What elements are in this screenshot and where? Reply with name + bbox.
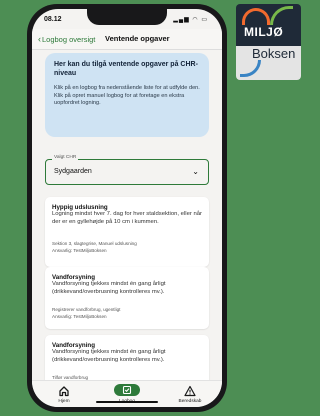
chevron-down-icon: ⌄ xyxy=(192,167,199,176)
task-meta-line: Ansvarlig: TestMiljoBoksen xyxy=(52,313,107,319)
task-meta: Sektion 3, slagtegrise, Manuel udslusnin… xyxy=(52,241,202,254)
chr-select-label: Valgt CHR xyxy=(52,155,79,160)
logo-text-boksen: Boksen xyxy=(252,46,296,61)
task-description: Vandforsyning tjekkes mindst én gang årl… xyxy=(52,281,166,295)
task-title: Vandforsyning xyxy=(52,274,95,281)
task-card[interactable]: Hyppig udslusning Logning mindst hver 7.… xyxy=(45,197,209,267)
battery-icon: ▭ xyxy=(201,17,208,23)
chevron-left-icon: ‹ xyxy=(38,34,41,44)
tab-beredskab[interactable]: Beredskab xyxy=(165,384,215,404)
task-title: Vandforsyning xyxy=(52,342,95,349)
tab-beredskab-label: Beredskab xyxy=(178,399,202,404)
status-time: 08.12 xyxy=(44,16,62,23)
page-title: Ventende opgaver xyxy=(105,34,170,43)
warning-icon xyxy=(165,384,215,398)
wifi-icon: ◠ xyxy=(192,17,199,23)
back-button[interactable]: ‹Logbog oversigt xyxy=(38,34,95,44)
tab-home-label: Hjem xyxy=(58,399,70,404)
task-description: Vandforsyning tjekkes mindst én gang årl… xyxy=(52,349,166,363)
phone-notch xyxy=(87,9,167,25)
navigation-bar: ‹Logbog oversigt Ventende opgaver xyxy=(32,29,222,50)
info-box: Her kan du tilgå ventende opgaver på CHR… xyxy=(45,53,209,137)
active-tab-pill xyxy=(114,384,140,396)
miljoboksen-logo: MILJØ Boksen xyxy=(236,4,301,80)
home-indicator xyxy=(96,401,158,403)
status-icons: ▂▄▆ ◠ ▭ xyxy=(173,16,208,23)
task-meta-line: Ansvarlig: TestMiljoBoksen xyxy=(52,247,107,253)
task-card[interactable]: Vandforsyning Vandforsyning tjekkes mind… xyxy=(45,335,209,385)
chr-select[interactable]: Valgt CHR Sydgaarden ⌄ xyxy=(45,155,209,185)
task-meta: Registrerer vandforbrug, ugentligt Ansva… xyxy=(52,307,202,320)
task-description: Logning mindst hver 7. dag for hver stal… xyxy=(52,211,202,225)
task-meta-line: Registrerer vandforbrug, ugentligt xyxy=(52,307,121,312)
chr-select-value: Sydgaarden xyxy=(54,168,92,175)
signal-icon: ▂▄▆ xyxy=(173,17,190,23)
info-body: Klik på en logbog fra nedenstående liste… xyxy=(54,85,200,107)
logo-text-miljo: MILJØ xyxy=(244,25,284,39)
task-meta-line: Sektion 3, slagtegrise, Manuel udslusnin… xyxy=(52,241,137,246)
home-icon xyxy=(39,384,89,398)
tab-home[interactable]: Hjem xyxy=(39,384,89,404)
info-title: Her kan du tilgå ventende opgaver på CHR… xyxy=(54,61,198,78)
phone-frame: 08.12 ▂▄▆ ◠ ▭ ‹Logbog oversigt Ventende … xyxy=(27,4,227,412)
logbook-icon xyxy=(102,384,152,398)
back-label: Logbog oversigt xyxy=(42,35,96,44)
task-title: Hyppig udslusning xyxy=(52,204,108,211)
phone-screen: 08.12 ▂▄▆ ◠ ▭ ‹Logbog oversigt Ventende … xyxy=(32,9,222,407)
task-card[interactable]: Vandforsyning Vandforsyning tjekkes mind… xyxy=(45,267,209,329)
